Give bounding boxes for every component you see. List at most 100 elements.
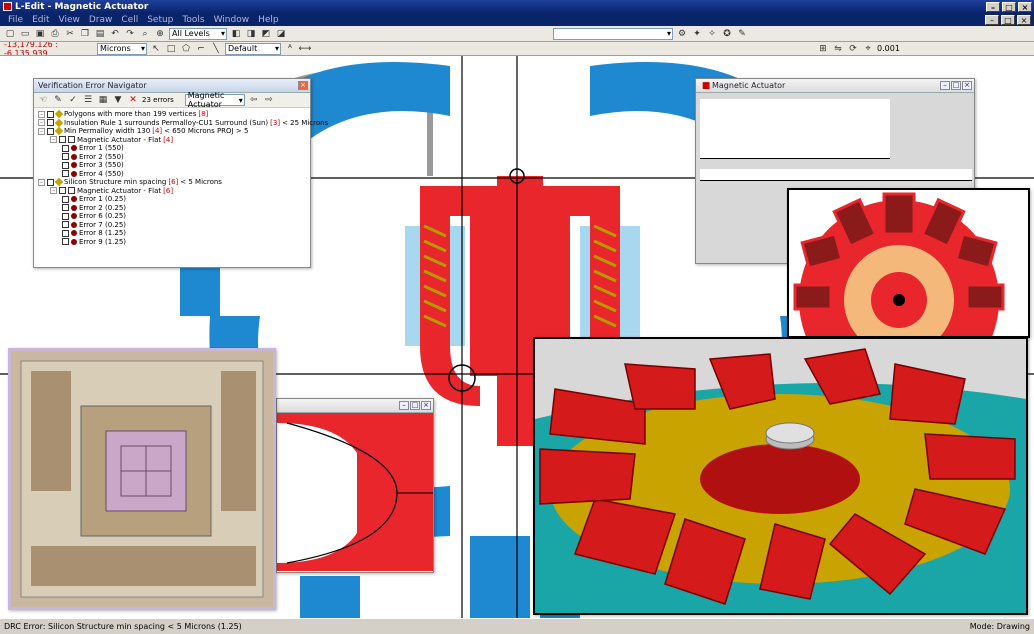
navigator-cell-combo[interactable]: Magnetic Actuator <box>184 91 245 109</box>
wire-icon[interactable]: ⌐ <box>195 43 207 55</box>
command-box[interactable] <box>553 27 673 40</box>
tree-row-error[interactable]: Error 8 (1.25) <box>38 229 306 238</box>
tree-checkbox[interactable] <box>62 221 69 229</box>
menu-window[interactable]: Window <box>214 15 250 25</box>
open-icon[interactable]: ▭ <box>19 28 31 40</box>
levels-combo[interactable]: All Levels <box>169 27 227 40</box>
hand-icon[interactable]: ☜ <box>37 94 49 106</box>
tree-checkbox[interactable] <box>47 127 54 135</box>
doc-minimize-button[interactable]: – <box>985 14 999 25</box>
port-icon[interactable]: ᴬ <box>284 43 296 55</box>
tree-checkbox[interactable] <box>47 178 54 186</box>
menu-setup[interactable]: Setup <box>147 15 173 25</box>
menu-tools[interactable]: Tools <box>182 15 204 25</box>
snap-icon[interactable]: ⌖ <box>862 43 874 55</box>
tree-checkbox[interactable] <box>62 144 69 152</box>
tree-row-rule[interactable]: – Min Permalloy width 130 [4] < 650 Microns… <box>38 127 306 136</box>
tree-row-rule[interactable]: – Insulation Rule 1 surrounds Permalloy-C… <box>38 119 328 128</box>
tool-a-icon[interactable]: ⚙ <box>676 28 688 40</box>
menu-view[interactable]: View <box>59 15 80 25</box>
rotate-icon[interactable]: ⟳ <box>847 43 859 55</box>
paste-icon[interactable]: ▤ <box>94 28 106 40</box>
layer-combo[interactable]: Default <box>225 42 281 55</box>
tree-row-rule[interactable]: – Polygons with more than 199 vertices [8] <box>38 110 306 119</box>
tree-row-error[interactable]: Error 1 (550) <box>38 144 306 153</box>
next-icon[interactable]: ⇨ <box>263 94 275 106</box>
expand-icon[interactable]: – <box>38 119 45 127</box>
tree-checkbox[interactable] <box>59 136 66 144</box>
new-icon[interactable]: ▢ <box>4 28 16 40</box>
zoom-close-button[interactable]: × <box>421 401 431 410</box>
zoom-icon[interactable]: ⊕ <box>154 28 166 40</box>
menu-cell[interactable]: Cell <box>121 15 138 25</box>
tree-row-error[interactable]: Error 6 (0.25) <box>38 212 306 221</box>
tree-checkbox[interactable] <box>59 187 66 195</box>
menu-edit[interactable]: Edit <box>32 15 49 25</box>
zoom-max-button[interactable]: □ <box>410 401 420 410</box>
tree-checkbox[interactable] <box>62 238 69 246</box>
tree-checkbox[interactable] <box>62 204 69 212</box>
tree-checkbox[interactable] <box>62 229 69 237</box>
expand-icon[interactable]: – <box>38 127 45 135</box>
menu-help[interactable]: Help <box>258 15 279 25</box>
line-icon[interactable]: ╲ <box>210 43 222 55</box>
tree-row-error[interactable]: Error 2 (0.25) <box>38 204 306 213</box>
drc-icon[interactable]: ◩ <box>260 28 272 40</box>
print-icon[interactable]: ⎙ <box>49 28 61 40</box>
tool-d-icon[interactable]: ✪ <box>721 28 733 40</box>
tree-checkbox[interactable] <box>62 153 69 161</box>
expand-icon[interactable]: – <box>38 178 45 186</box>
tool-b-icon[interactable]: ✦ <box>691 28 703 40</box>
tree-row-cell[interactable]: – Magnetic Actuator - Flat [4] <box>38 136 306 145</box>
actuator-min-button[interactable]: – <box>940 81 950 90</box>
tree-checkbox[interactable] <box>62 212 69 220</box>
extract-icon[interactable]: ◪ <box>275 28 287 40</box>
doc-restore-button[interactable]: □ <box>1001 14 1015 25</box>
tree-row-error[interactable]: Error 3 (550) <box>38 161 306 170</box>
select-icon[interactable]: ↖ <box>150 43 162 55</box>
expand-icon[interactable]: – <box>50 187 57 195</box>
tree-checkbox[interactable] <box>62 161 69 169</box>
tree-row-error[interactable]: Error 4 (550) <box>38 170 306 179</box>
tree-checkbox[interactable] <box>47 119 54 127</box>
delete-icon[interactable]: ✕ <box>127 94 139 106</box>
mark-icon[interactable]: ✓ <box>67 94 79 106</box>
doc-close-button[interactable]: × <box>1017 14 1031 25</box>
actuator-max-button[interactable]: □ <box>951 81 961 90</box>
pen-icon[interactable]: ✎ <box>52 94 64 106</box>
tool-c-icon[interactable]: ✧ <box>706 28 718 40</box>
copy-icon[interactable]: ❐ <box>79 28 91 40</box>
layers-icon[interactable]: ◧ <box>230 28 242 40</box>
tree-row-error[interactable]: Error 2 (550) <box>38 153 306 162</box>
filter-icon[interactable]: ▼ <box>112 94 124 106</box>
polygon-icon[interactable]: ⬠ <box>180 43 192 55</box>
menu-file[interactable]: File <box>8 15 23 25</box>
list-icon[interactable]: ☰ <box>82 94 94 106</box>
box-icon[interactable]: □ <box>165 43 177 55</box>
tree-checkbox[interactable] <box>47 110 54 118</box>
tree-row-error[interactable]: Error 7 (0.25) <box>38 221 306 230</box>
find-icon[interactable]: ⌕ <box>139 28 151 40</box>
units-combo[interactable]: Microns <box>97 42 147 55</box>
tree-row-rule[interactable]: – Silicon Structure min spacing [6] < 5 Mic… <box>38 178 306 187</box>
tree-row-cell[interactable]: – Magnetic Actuator - Flat [6] <box>38 187 306 196</box>
view-icon[interactable]: ▦ <box>97 94 109 106</box>
menu-draw[interactable]: Draw <box>89 15 113 25</box>
expand-icon[interactable]: – <box>50 136 57 144</box>
redo-icon[interactable]: ↷ <box>124 28 136 40</box>
actuator-close-button[interactable]: × <box>962 81 972 90</box>
layout-canvas[interactable]: Verification Error Navigator × ☜ ✎ ✓ ☰ ▦… <box>0 56 1034 618</box>
tree-checkbox[interactable] <box>62 170 69 178</box>
navigator-close-button[interactable]: × <box>298 81 308 90</box>
close-button[interactable]: × <box>1018 1 1032 12</box>
tool-e-icon[interactable]: ✎ <box>736 28 748 40</box>
cut-icon[interactable]: ✂ <box>64 28 76 40</box>
tree-checkbox[interactable] <box>62 195 69 203</box>
maximize-button[interactable]: □ <box>1002 1 1016 12</box>
save-icon[interactable]: ▣ <box>34 28 46 40</box>
undo-icon[interactable]: ↶ <box>109 28 121 40</box>
expand-icon[interactable]: – <box>38 110 45 118</box>
tree-row-error[interactable]: Error 1 (0.25) <box>38 195 306 204</box>
zoom-min-button[interactable]: – <box>399 401 409 410</box>
minimize-button[interactable]: – <box>986 1 1000 12</box>
